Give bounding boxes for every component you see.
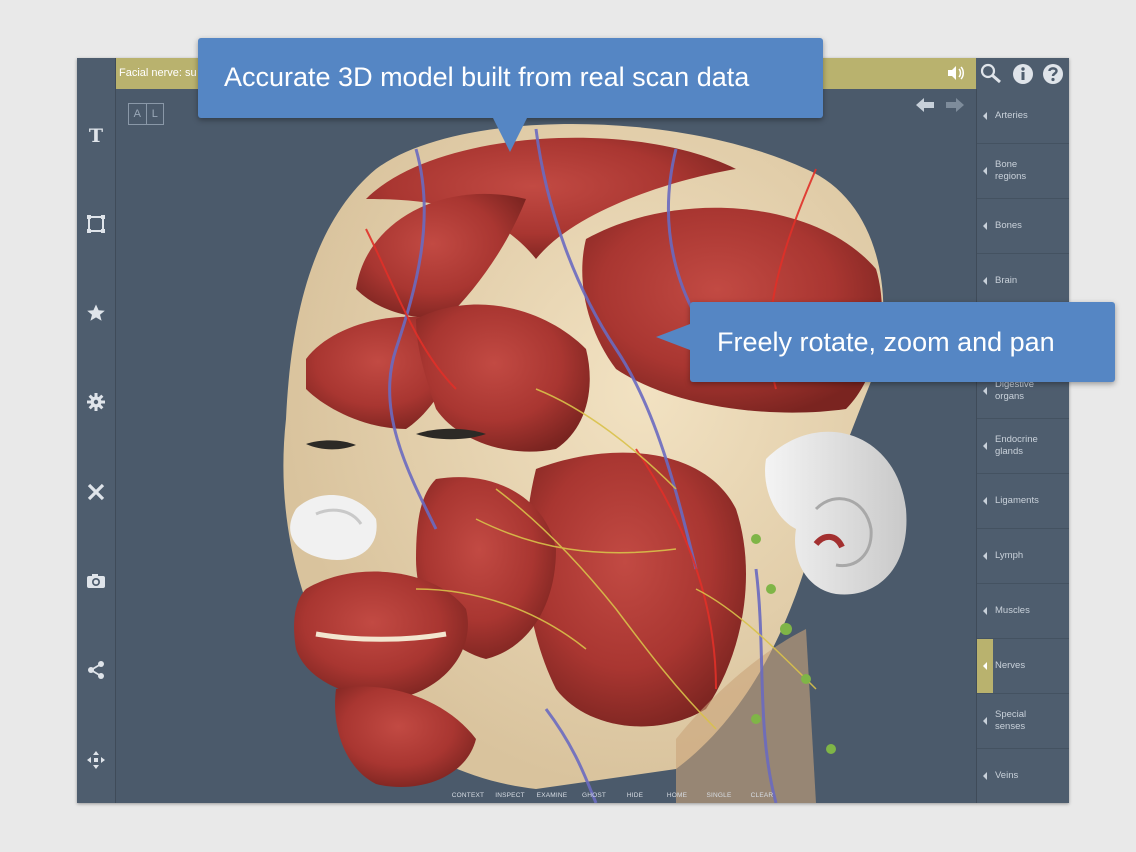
tool-home[interactable]: HOME — [657, 792, 697, 803]
category-bones[interactable]: Bones — [977, 199, 1069, 254]
info-icon[interactable] — [1012, 63, 1034, 85]
category-brain[interactable]: Brain — [977, 254, 1069, 309]
tool-ghost-label: GHOST — [581, 792, 607, 799]
callout-scan-data-text: Accurate 3D model built from real scan d… — [224, 62, 750, 92]
camera-icon — [87, 574, 105, 588]
tool-single[interactable]: SINGLE — [699, 792, 739, 803]
expand-arrow-icon — [983, 387, 987, 395]
callout-scan-data: Accurate 3D model built from real scan d… — [198, 38, 823, 152]
tool-clear[interactable]: CLEAR — [742, 792, 782, 803]
category-nerves[interactable]: Nerves — [977, 639, 1069, 694]
share-icon — [88, 661, 104, 679]
model-viewport[interactable]: A L CONTEXT INSPECT EXAMINE GHOST HIDE H… — [116, 89, 976, 803]
head-model[interactable] — [116, 89, 976, 803]
category-label: Lymph — [995, 550, 1024, 561]
expand-arrow-icon — [983, 607, 987, 615]
tool-inspect-label: INSPECT — [495, 792, 525, 799]
expand-arrow-icon — [983, 772, 987, 780]
text-tool[interactable]: T — [84, 123, 108, 147]
category-label: Digestive organs — [995, 379, 1035, 402]
category-ligaments[interactable]: Ligaments — [977, 474, 1069, 529]
tool-single-label: SINGLE — [706, 792, 732, 799]
category-label: Veins — [995, 770, 1019, 781]
favorites-tool[interactable] — [84, 301, 108, 325]
category-label: Ligaments — [995, 495, 1039, 506]
category-lymph[interactable]: Lymph — [977, 529, 1069, 584]
callout-pointer — [493, 118, 527, 152]
move-tool[interactable] — [84, 748, 108, 772]
settings-tool[interactable] — [84, 390, 108, 414]
expand-arrow-icon — [983, 662, 987, 670]
expand-arrow-icon — [983, 167, 987, 175]
callout-pointer — [656, 324, 690, 350]
speaker-icon[interactable] — [946, 65, 966, 81]
text-icon: T — [89, 125, 103, 145]
category-label: Bone regions — [995, 159, 1027, 182]
category-label: Muscles — [995, 605, 1030, 616]
left-toolbar: T — [77, 58, 116, 803]
category-special-senses[interactable]: Special senses — [977, 694, 1069, 749]
svg-text:T: T — [89, 125, 103, 145]
dissect-tool[interactable] — [84, 480, 108, 504]
tool-examine[interactable]: EXAMINE — [532, 792, 572, 803]
camera-tool[interactable] — [84, 569, 108, 593]
expand-arrow-icon — [983, 222, 987, 230]
category-endocrine-glands[interactable]: Endocrine glands — [977, 419, 1069, 474]
expand-arrow-icon — [983, 277, 987, 285]
category-veins[interactable]: Veins — [977, 749, 1069, 803]
tools-icon — [87, 483, 105, 501]
category-label: Special senses — [995, 709, 1027, 732]
tool-hide[interactable]: HIDE — [615, 792, 655, 803]
frame-icon — [87, 215, 105, 233]
frame-tool[interactable] — [84, 212, 108, 236]
tool-ghost[interactable]: GHOST — [574, 792, 614, 803]
expand-arrow-icon — [983, 497, 987, 505]
status-text: Facial nerve: su — [119, 67, 197, 79]
tool-examine-label: EXAMINE — [536, 792, 568, 799]
tool-hide-label: HIDE — [626, 792, 644, 799]
category-bone-regions[interactable]: Bone regions — [977, 144, 1069, 199]
expand-arrow-icon — [983, 112, 987, 120]
expand-arrow-icon — [983, 442, 987, 450]
tool-context-label: CONTEXT — [451, 792, 485, 799]
move-icon — [87, 751, 105, 769]
top-right-tools — [976, 58, 1069, 89]
callout-rotate-text: Freely rotate, zoom and pan — [717, 327, 1055, 357]
tool-home-label: HOME — [666, 792, 688, 799]
search-icon[interactable] — [979, 62, 1003, 86]
gear-icon — [87, 393, 105, 411]
category-muscles[interactable]: Muscles — [977, 584, 1069, 639]
tool-inspect[interactable]: INSPECT — [490, 792, 530, 803]
expand-arrow-icon — [983, 717, 987, 725]
app-window: A L CONTEXT INSPECT EXAMINE GHOST HIDE H… — [77, 58, 1069, 803]
category-label: Brain — [995, 275, 1018, 286]
category-sidebar: Arteries Bone regions Bones Brain Digest… — [976, 89, 1069, 803]
help-icon[interactable] — [1042, 63, 1064, 85]
category-label: Arteries — [995, 110, 1028, 121]
share-tool[interactable] — [84, 658, 108, 682]
category-label: Nerves — [995, 660, 1026, 671]
callout-rotate: Freely rotate, zoom and pan — [656, 302, 1115, 382]
tool-context[interactable]: CONTEXT — [448, 792, 488, 803]
category-label: Bones — [995, 220, 1022, 231]
category-arteries[interactable]: Arteries — [977, 89, 1069, 144]
category-label: Endocrine glands — [995, 434, 1038, 457]
tool-clear-label: CLEAR — [750, 792, 774, 799]
expand-arrow-icon — [983, 552, 987, 560]
star-icon — [87, 304, 105, 321]
